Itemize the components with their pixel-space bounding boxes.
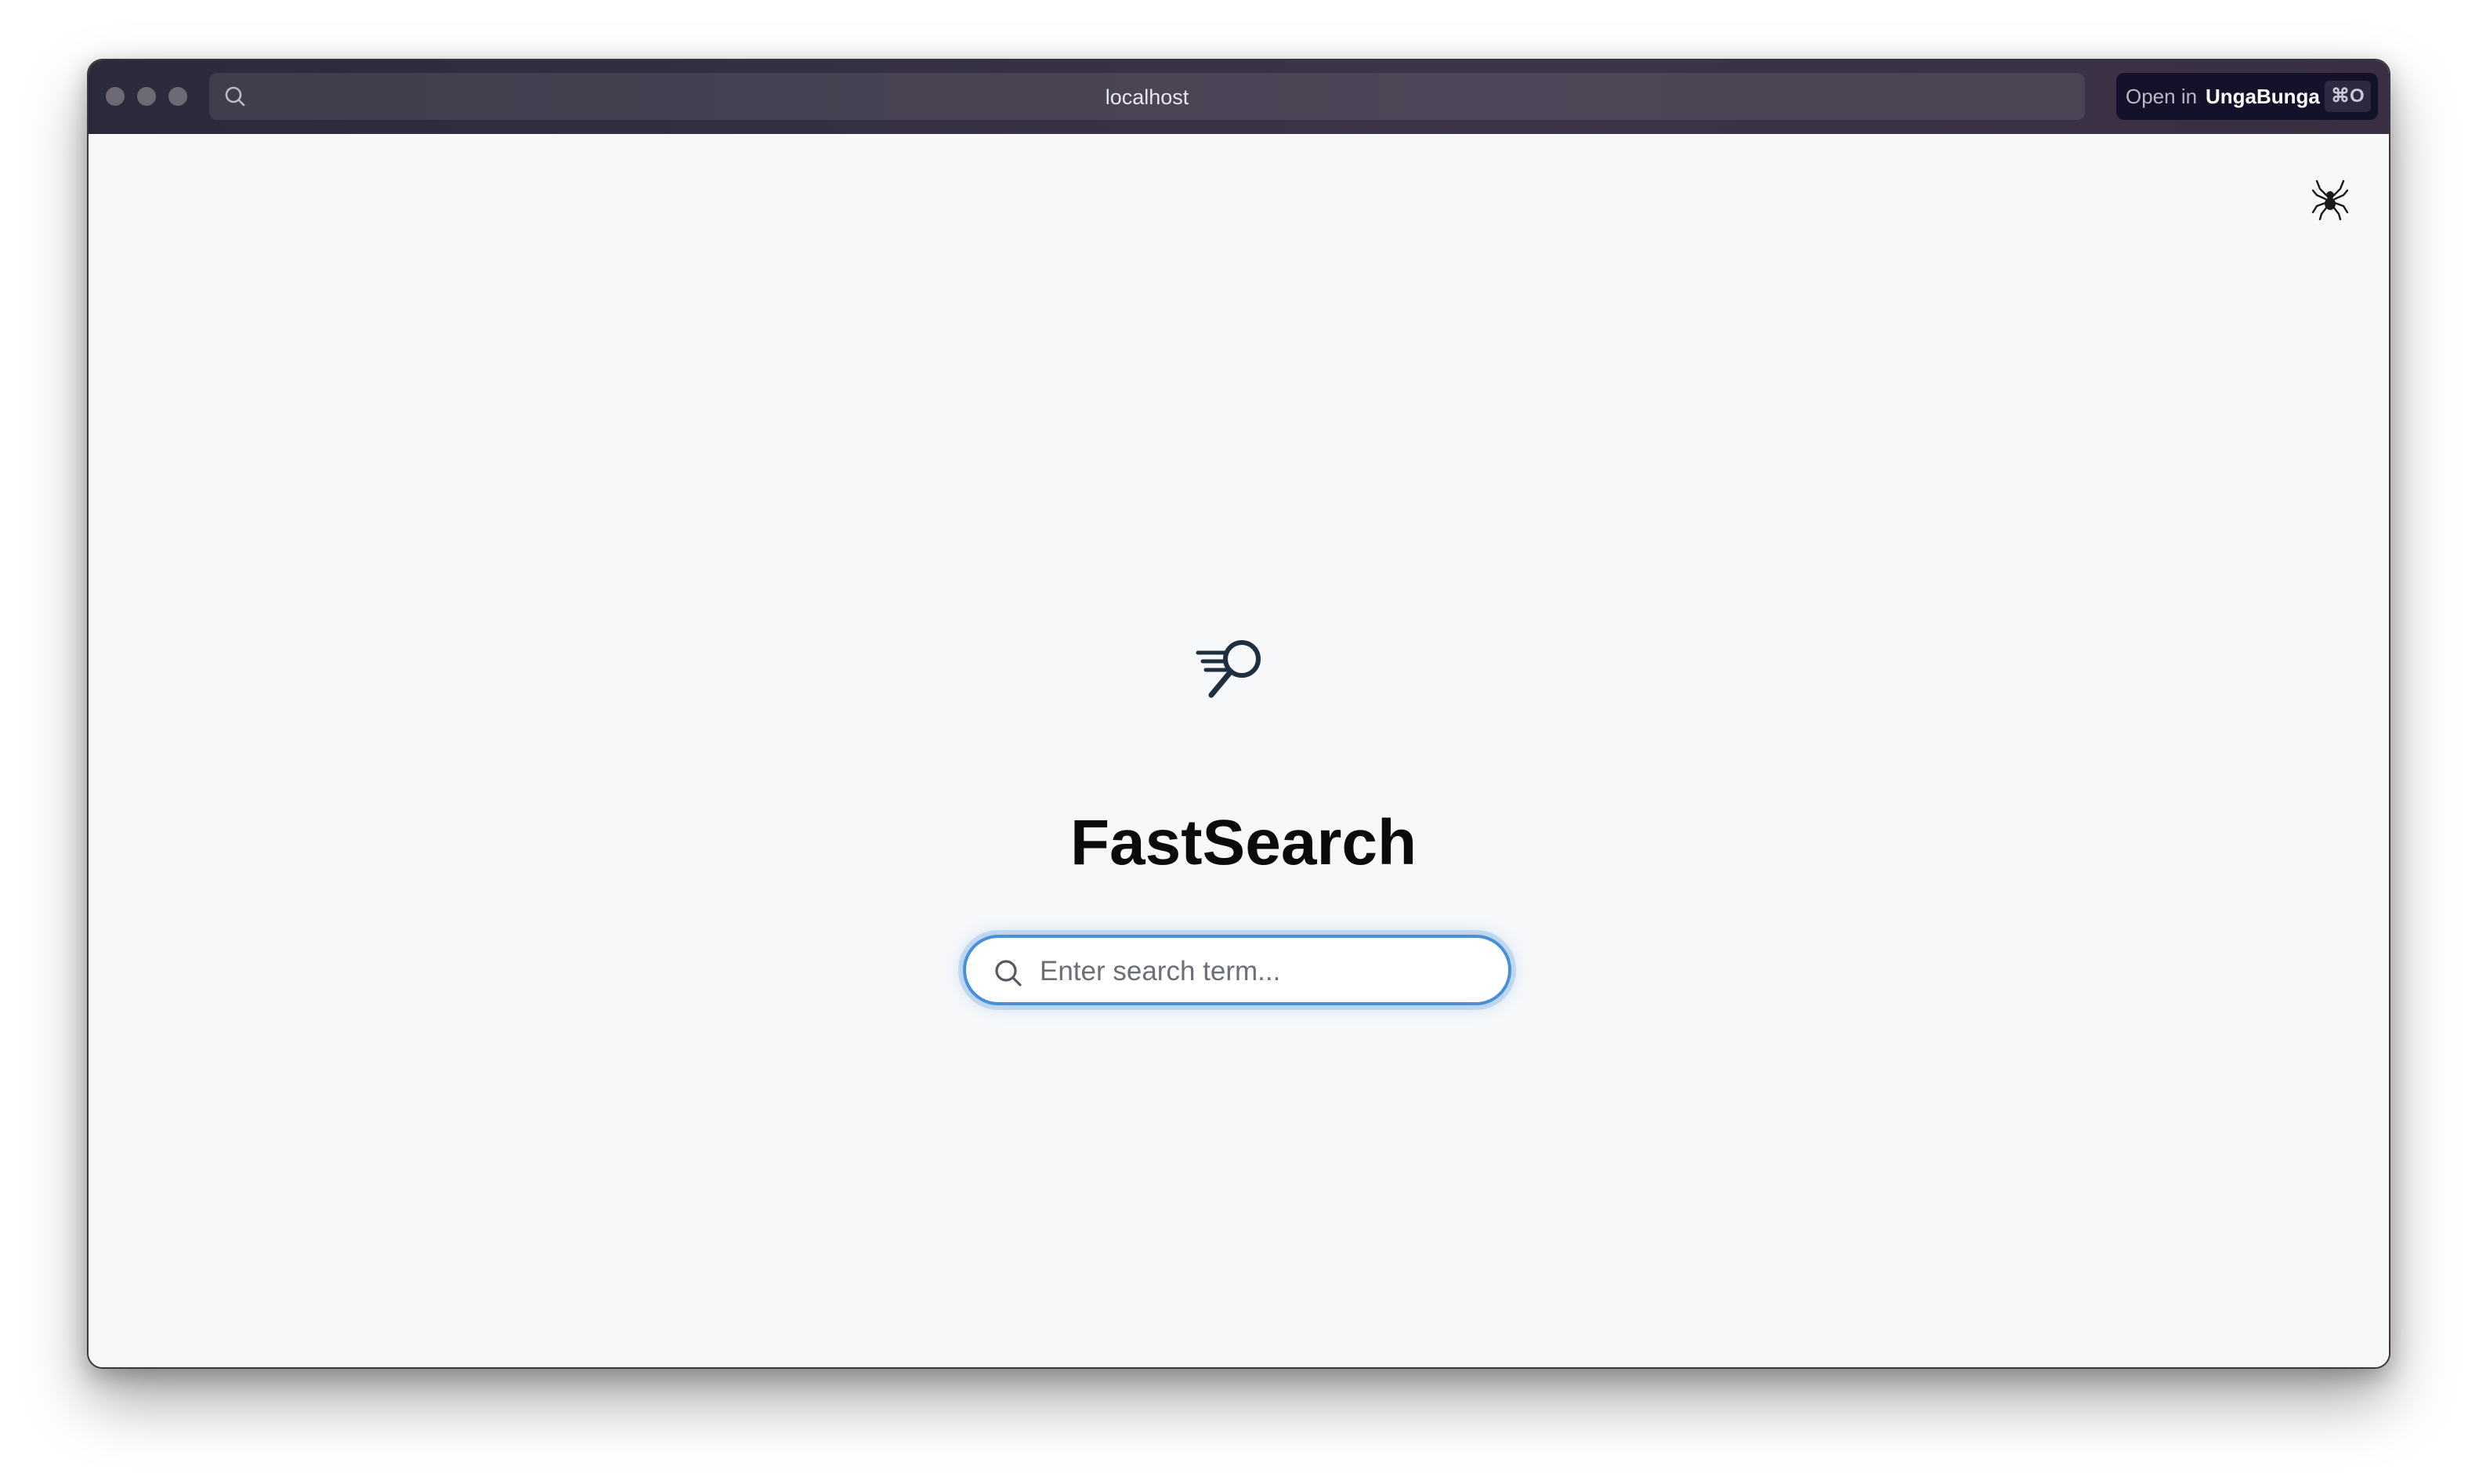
minimize-window-button[interactable] [137,87,156,106]
search-box[interactable] [963,935,1511,1005]
open-in-shortcut: ⌘O [2325,81,2371,112]
open-in-app-name: UngaBunga [2206,85,2320,108]
close-window-button[interactable] [106,87,125,106]
browser-toolbar: localhost Open in UngaBunga ⌘O [89,60,2389,134]
maximize-window-button[interactable] [168,87,187,106]
fast-search-logo-icon [1195,635,1268,707]
page-title: FastSearch [1069,807,1417,878]
spider-icon[interactable] [2311,179,2349,224]
open-in-app-button[interactable]: Open in UngaBunga ⌘O [2116,73,2378,120]
search-input[interactable] [1038,949,1480,994]
page-content: FastSearch [89,134,2389,1367]
url-text: localhost [1105,85,1189,109]
address-bar[interactable]: localhost [209,73,2208,120]
search-icon [993,957,1024,993]
browser-window: localhost Open in UngaBunga ⌘O FastSearc… [87,59,2390,1369]
open-in-label: Open in [2126,85,2198,108]
